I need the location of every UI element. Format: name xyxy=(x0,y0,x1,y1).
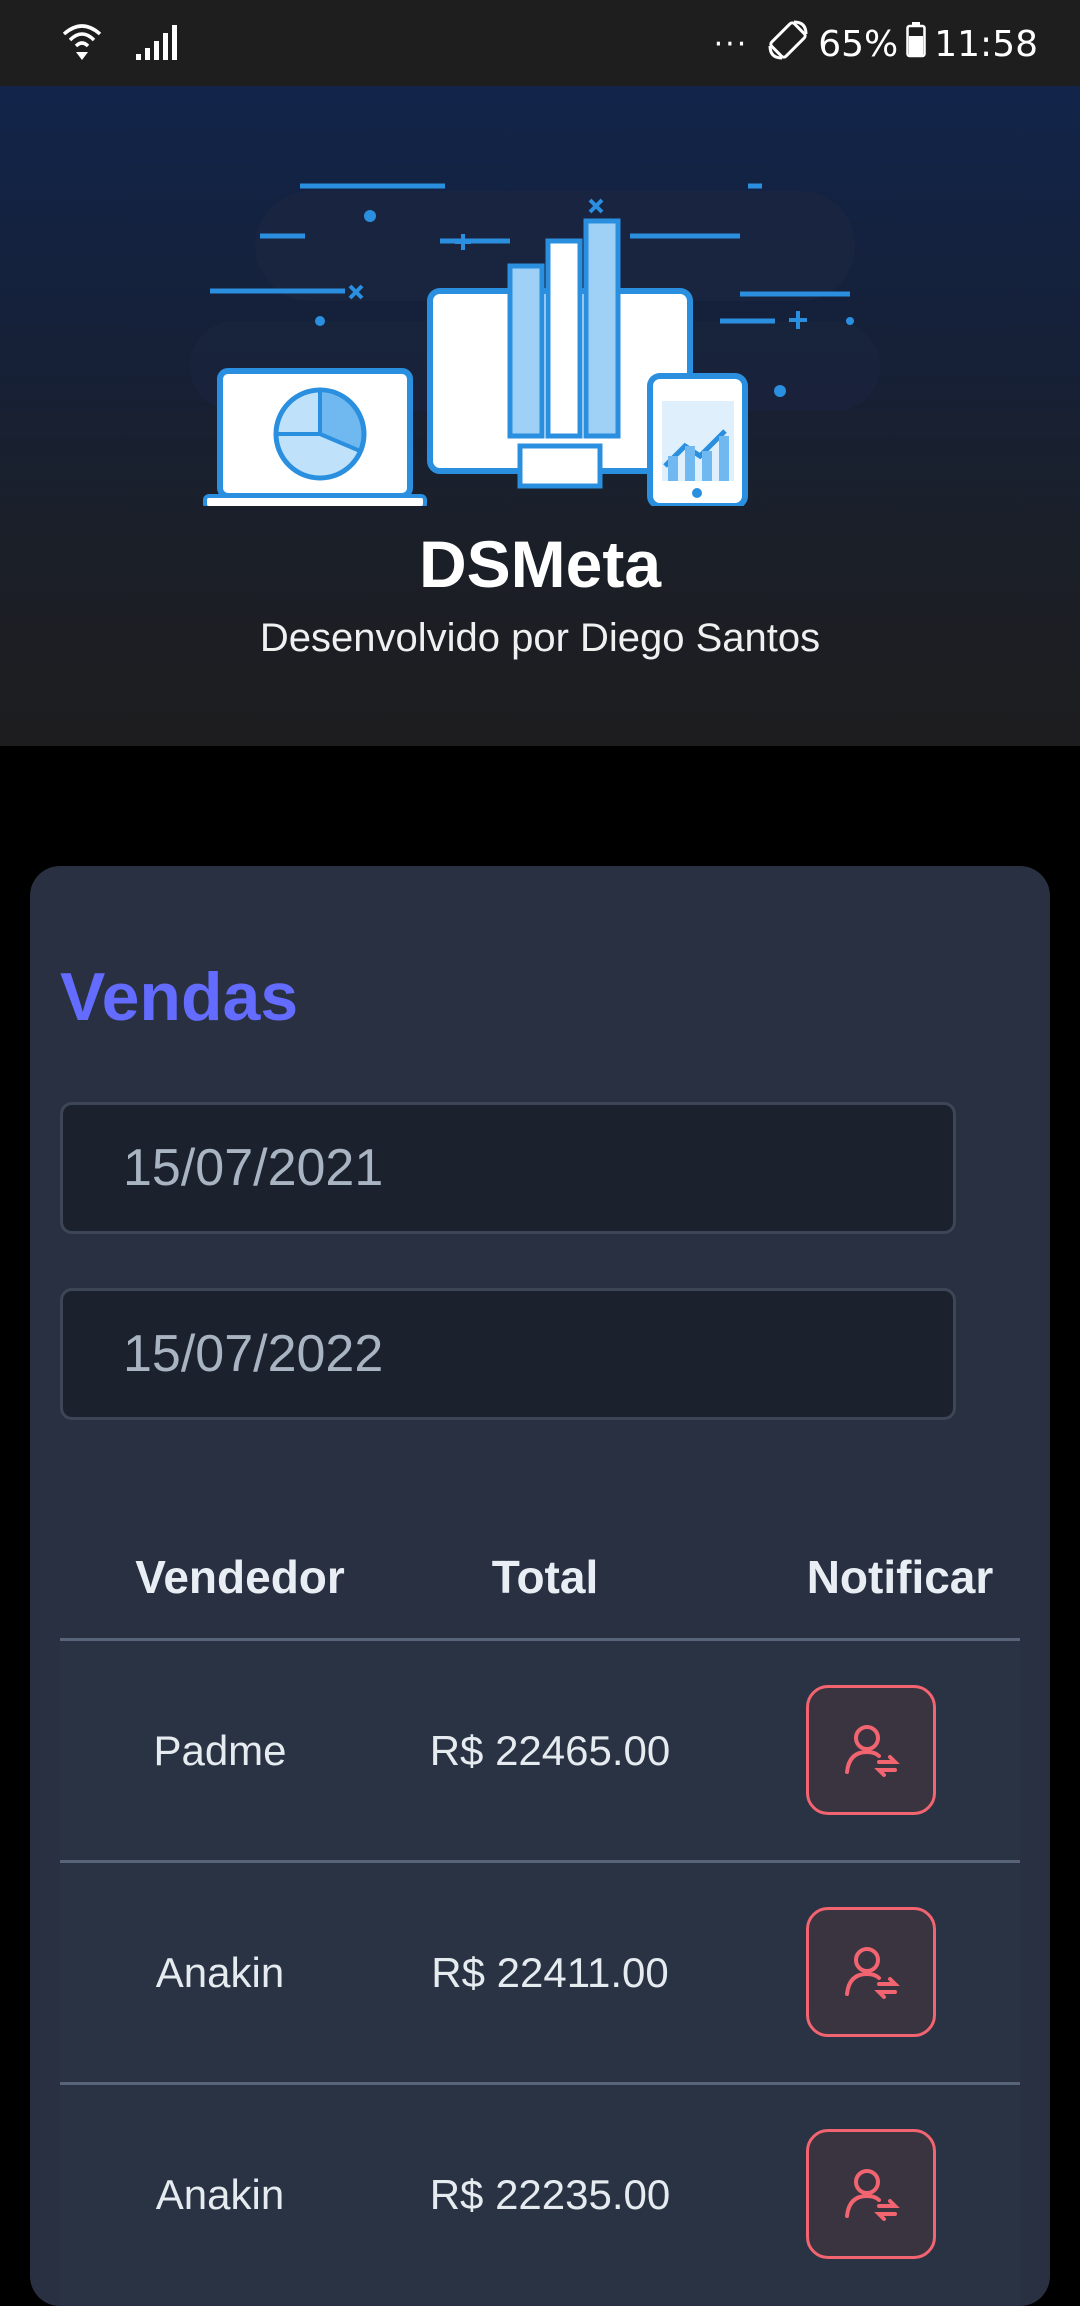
table-row: Anakin R$ 22411.00 xyxy=(60,1860,1020,2083)
sales-card: Vendas 15/07/2021 15/07/2022 Vendedor To… xyxy=(30,866,1050,2306)
battery-icon xyxy=(906,22,926,67)
app-subtitle: Desenvolvido por Diego Santos xyxy=(259,616,821,660)
dashboard-illustration xyxy=(190,183,880,506)
sale-total: R$ 22465.00 xyxy=(429,1727,671,1774)
sales-title: Vendas xyxy=(60,959,299,1035)
seller-name: Anakin xyxy=(155,1949,285,1996)
notify-user-icon xyxy=(845,1725,900,1777)
app-title: DSMeta xyxy=(418,527,662,601)
notify-button[interactable] xyxy=(806,2129,936,2259)
notify-button[interactable] xyxy=(806,1685,936,1815)
notify-user-icon xyxy=(845,2169,900,2221)
status-bar: ··· 65% 11:58 xyxy=(0,0,1080,86)
app-header: DSMeta Desenvolvido por Diego Santos xyxy=(0,86,1080,746)
rotate-icon xyxy=(766,18,810,71)
wifi-icon xyxy=(60,20,104,68)
more-notifications-icon: ··· xyxy=(713,27,749,62)
table-row: Anakin R$ 22235.00 xyxy=(60,2082,1020,2305)
battery-percent: 65% xyxy=(818,24,899,65)
clock: 11:58 xyxy=(934,24,1038,65)
column-header-seller: Vendedor xyxy=(135,1551,345,1603)
column-header-total: Total xyxy=(491,1551,599,1603)
notify-user-icon xyxy=(845,1947,900,1999)
notify-button[interactable] xyxy=(806,1907,936,2037)
column-header-notify: Notificar xyxy=(806,1551,994,1603)
sale-total: R$ 22235.00 xyxy=(429,2171,671,2218)
min-date-input[interactable]: 15/07/2021 xyxy=(60,1102,956,1234)
max-date-input[interactable]: 15/07/2022 xyxy=(60,1288,956,1420)
seller-name: Anakin xyxy=(155,2171,285,2218)
signal-icon xyxy=(134,22,178,66)
sale-total: R$ 22411.00 xyxy=(431,1949,669,1996)
table-row: Padme R$ 22465.00 xyxy=(60,1638,1020,1861)
seller-name: Padme xyxy=(153,1727,287,1774)
